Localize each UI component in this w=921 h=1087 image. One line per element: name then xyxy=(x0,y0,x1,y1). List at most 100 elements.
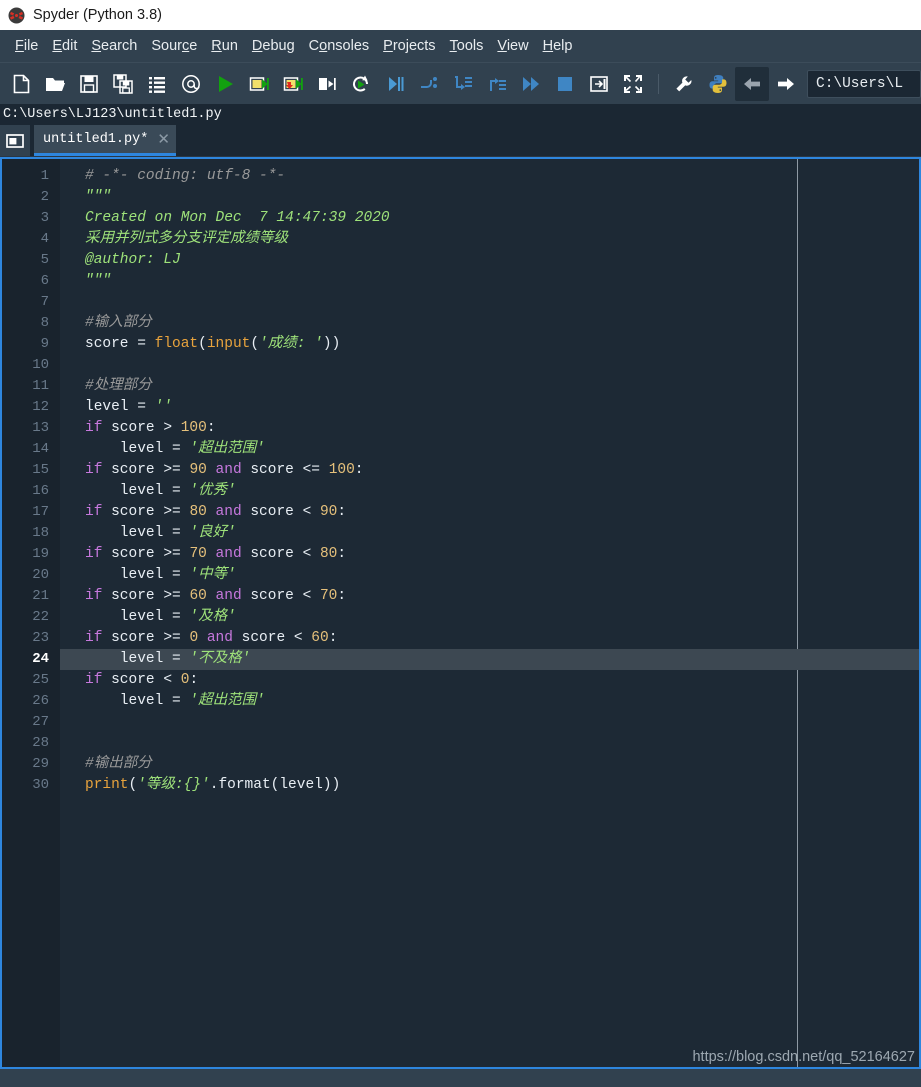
rerun-cell-icon[interactable] xyxy=(344,67,378,101)
code-token: '良好' xyxy=(189,525,236,541)
code-token: score xyxy=(250,504,303,520)
code-line[interactable]: if score >= 70 and score < 80: xyxy=(60,544,919,565)
code-line[interactable]: if score > 100: xyxy=(60,418,919,439)
code-line[interactable]: @author: LJ xyxy=(60,250,919,271)
code-line[interactable]: #输出部分 xyxy=(60,754,919,775)
debug-step-return-icon[interactable] xyxy=(480,67,514,101)
code-text-area[interactable]: # -*- coding: utf-8 -*- """ Created on Mon… xyxy=(60,159,919,1067)
menu-help[interactable]: Help xyxy=(536,36,580,56)
code-line[interactable]: if score >= 80 and score < 90: xyxy=(60,502,919,523)
code-line[interactable]: level = '' xyxy=(60,397,919,418)
menu-run[interactable]: Run xyxy=(204,36,245,56)
back-arrow-icon[interactable] xyxy=(735,66,769,101)
close-icon[interactable]: ✕ xyxy=(157,132,170,147)
code-editor[interactable]: 1 2 3 4 5 6 7 8 9 10 11 12 13 14 15 16 17 18 19 20 21 22 23 24 2… xyxy=(0,157,921,1069)
file-path-breadcrumb: C:\Users\LJ123\untitled1.py xyxy=(0,104,921,125)
code-line[interactable]: """ xyxy=(60,271,919,292)
code-line[interactable]: # -*- coding: utf-8 -*- xyxy=(60,166,919,187)
code-line[interactable] xyxy=(60,712,919,733)
code-line[interactable]: """ xyxy=(60,187,919,208)
line-number: 1 xyxy=(40,168,49,184)
code-line[interactable]: level = '超出范围' xyxy=(60,439,919,460)
forward-arrow-icon[interactable] xyxy=(769,67,803,101)
code-line[interactable]: if score >= 60 and score < 70: xyxy=(60,586,919,607)
code-line[interactable]: 采用并列式多分支评定成绩等级 xyxy=(60,229,919,250)
menu-debug[interactable]: Debug xyxy=(245,36,302,56)
code-line[interactable] xyxy=(60,733,919,754)
code-line[interactable]: if score >= 0 and score < 60: xyxy=(60,628,919,649)
at-sign-icon[interactable] xyxy=(174,67,208,101)
debug-step-over-icon[interactable] xyxy=(412,67,446,101)
code-token: >= xyxy=(163,630,190,646)
tab-untitled1-py[interactable]: untitled1.py* ✕ xyxy=(34,125,176,156)
file-list-icon[interactable] xyxy=(140,67,174,101)
debug-continue-icon[interactable] xyxy=(514,67,548,101)
line-number: 30 xyxy=(32,777,49,793)
save-all-icon[interactable] xyxy=(106,67,140,101)
run-selection-icon[interactable] xyxy=(310,67,344,101)
code-token: if xyxy=(85,630,112,646)
code-token: > xyxy=(163,420,181,436)
code-token: score xyxy=(111,546,164,562)
code-token: format xyxy=(218,777,271,793)
code-token: >= xyxy=(163,504,190,520)
code-token: < xyxy=(293,630,312,646)
preferences-icon[interactable] xyxy=(667,67,701,101)
run-cell-icon[interactable] xyxy=(242,67,276,101)
code-line[interactable]: #输入部分 xyxy=(60,313,919,334)
menu-tools[interactable]: Tools xyxy=(443,36,491,56)
code-token: 60 xyxy=(311,630,329,646)
path-input[interactable]: C:\Users\L xyxy=(807,69,921,98)
menu-source[interactable]: Source xyxy=(144,36,204,56)
debug-step-into-icon[interactable] xyxy=(446,67,480,101)
code-token: : xyxy=(337,546,347,562)
code-line[interactable]: if score < 0: xyxy=(60,670,919,691)
code-token: = xyxy=(172,693,190,709)
menu-view[interactable]: View xyxy=(490,36,535,56)
code-line[interactable]: level = '优秀' xyxy=(60,481,919,502)
code-token: < xyxy=(302,504,320,520)
line-number: 17 xyxy=(32,504,49,520)
code-line[interactable]: score = float(input('成绩: ')) xyxy=(60,334,919,355)
pythonpath-manager-icon[interactable] xyxy=(701,67,735,101)
code-line[interactable]: level = '良好' xyxy=(60,523,919,544)
line-number: 29 xyxy=(32,756,49,772)
new-file-icon[interactable] xyxy=(4,67,38,101)
line-number: 12 xyxy=(32,399,49,415)
line-number: 21 xyxy=(32,588,49,604)
menu-projects[interactable]: Projects xyxy=(376,36,442,56)
debug-file-icon[interactable] xyxy=(378,67,412,101)
code-line[interactable]: level = '及格' xyxy=(60,607,919,628)
run-cell-advance-icon[interactable] xyxy=(276,67,310,101)
code-token: 90 xyxy=(319,504,338,520)
save-file-icon[interactable] xyxy=(72,67,106,101)
code-token: score xyxy=(111,462,164,478)
code-line[interactable]: Created on Mon Dec 7 14:47:39 2020 xyxy=(60,208,919,229)
code-line[interactable]: level = '中等' xyxy=(60,565,919,586)
browse-tabs-icon[interactable] xyxy=(0,125,30,156)
open-file-icon[interactable] xyxy=(38,67,72,101)
menu-file[interactable]: File xyxy=(8,36,45,56)
menu-consoles[interactable]: Consoles xyxy=(302,36,376,56)
code-line[interactable]: level = '不及格' xyxy=(60,649,919,670)
line-number: 13 xyxy=(32,420,49,436)
code-line[interactable] xyxy=(60,355,919,376)
code-token: 100 xyxy=(328,462,355,478)
code-line[interactable]: if score >= 90 and score <= 100: xyxy=(60,460,919,481)
code-line[interactable]: level = '超出范围' xyxy=(60,691,919,712)
debug-stop-icon[interactable] xyxy=(548,67,582,101)
code-line[interactable] xyxy=(60,292,919,313)
code-token: 70 xyxy=(189,546,216,562)
code-line[interactable]: print('等级:{}'.format(level)) xyxy=(60,775,919,796)
maximize-pane-icon[interactable] xyxy=(582,67,616,101)
code-token: level xyxy=(85,483,173,499)
spyder-logo-icon xyxy=(8,7,25,24)
menu-search[interactable]: Search xyxy=(84,36,144,56)
run-file-icon[interactable] xyxy=(208,67,242,101)
code-line[interactable]: #处理部分 xyxy=(60,376,919,397)
code-token: >= xyxy=(163,588,190,604)
menu-edit[interactable]: Edit xyxy=(45,36,84,56)
code-token: and xyxy=(215,462,251,478)
fullscreen-icon[interactable] xyxy=(616,67,650,101)
line-number: 28 xyxy=(32,735,49,751)
